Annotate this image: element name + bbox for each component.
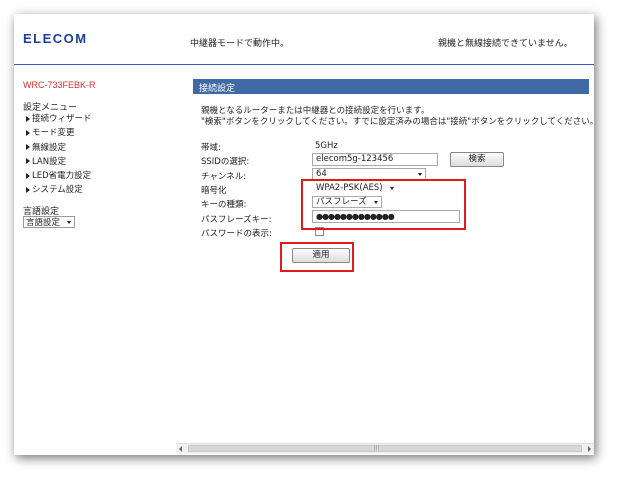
channel-label: チャンネル:: [201, 172, 247, 182]
connection-status: 親機と無線接続できていません。: [438, 39, 573, 49]
elecom-logo: ELECOM: [23, 31, 88, 46]
bullet-triangle-icon: [26, 158, 30, 165]
encryption-label: 暗号化: [201, 186, 227, 196]
ssid-value: elecom5g-123456: [316, 154, 394, 164]
scrollbar-thumb[interactable]: [188, 445, 582, 452]
key-type-label: キーの種類:: [201, 200, 247, 210]
highlight-box-apply: [280, 242, 354, 272]
grip-icon: |||: [374, 445, 380, 451]
language-select[interactable]: 言語設定: [23, 216, 75, 228]
sidebar-item-label: LED省電力設定: [32, 171, 92, 182]
bullet-triangle-icon: [26, 144, 30, 151]
sidebar-item-mode-change[interactable]: モード変更: [26, 126, 92, 140]
language-select-value: 言語設定: [26, 218, 61, 228]
sidebar-item-label: 無線設定: [32, 142, 67, 153]
sidebar-menu: 接続ウィザード モード変更 無線設定 LAN設定 LED省電力設定 システム設定: [26, 112, 92, 198]
ssid-label: SSIDの選択:: [201, 157, 250, 167]
show-password-label: パスワードの表示:: [201, 229, 272, 239]
browser-window: ELECOM 中継器モードで動作中。 親機と無線接続できていません。 WRC-7…: [14, 14, 594, 455]
top-bar: ELECOM 中継器モードで動作中。 親機と無線接続できていません。: [14, 14, 594, 65]
horizontal-scrollbar[interactable]: |||: [176, 443, 594, 454]
bullet-triangle-icon: [26, 186, 30, 193]
sidebar-item-led-power-saving[interactable]: LED省電力設定: [26, 169, 92, 183]
band-value: 5GHz: [315, 141, 338, 151]
channel-value: 64: [316, 169, 327, 179]
sidebar-item-label: LAN設定: [32, 156, 67, 167]
highlight-box-settings: [301, 179, 466, 230]
band-label: 帯域:: [201, 143, 221, 153]
bullet-triangle-icon: [26, 115, 30, 122]
sidebar-item-label: システム設定: [32, 185, 83, 196]
description-line-2: "検索"ボタンをクリックしてください。すでに設定済みの場合は"接続"ボタンをクリ…: [201, 117, 594, 127]
bullet-triangle-icon: [26, 129, 30, 136]
sidebar-item-label: 接続ウィザード: [32, 114, 92, 124]
bullet-triangle-icon: [26, 172, 30, 179]
sidebar-item-connection-wizard[interactable]: 接続ウィザード: [26, 112, 92, 126]
model-name: WRC-733FEBK-R: [23, 80, 96, 90]
mode-status: 中継器モードで動作中。: [190, 39, 290, 49]
chevron-down-icon: [418, 173, 422, 176]
scroll-right-icon[interactable]: [588, 446, 591, 452]
sidebar-item-system-settings[interactable]: システム設定: [26, 183, 92, 197]
scroll-left-icon[interactable]: [179, 446, 182, 452]
sidebar-item-lan-settings[interactable]: LAN設定: [26, 155, 92, 169]
section-title: 接続設定: [199, 84, 236, 94]
sidebar-item-label: モード変更: [32, 128, 75, 139]
section-header: 接続設定: [193, 79, 589, 94]
ssid-input[interactable]: elecom5g-123456: [312, 153, 438, 166]
passphrase-label: パスフレーズキー:: [201, 215, 272, 225]
search-button[interactable]: 検索: [450, 152, 504, 167]
sidebar-item-wireless-settings[interactable]: 無線設定: [26, 141, 92, 155]
chevron-down-icon: [67, 221, 71, 224]
